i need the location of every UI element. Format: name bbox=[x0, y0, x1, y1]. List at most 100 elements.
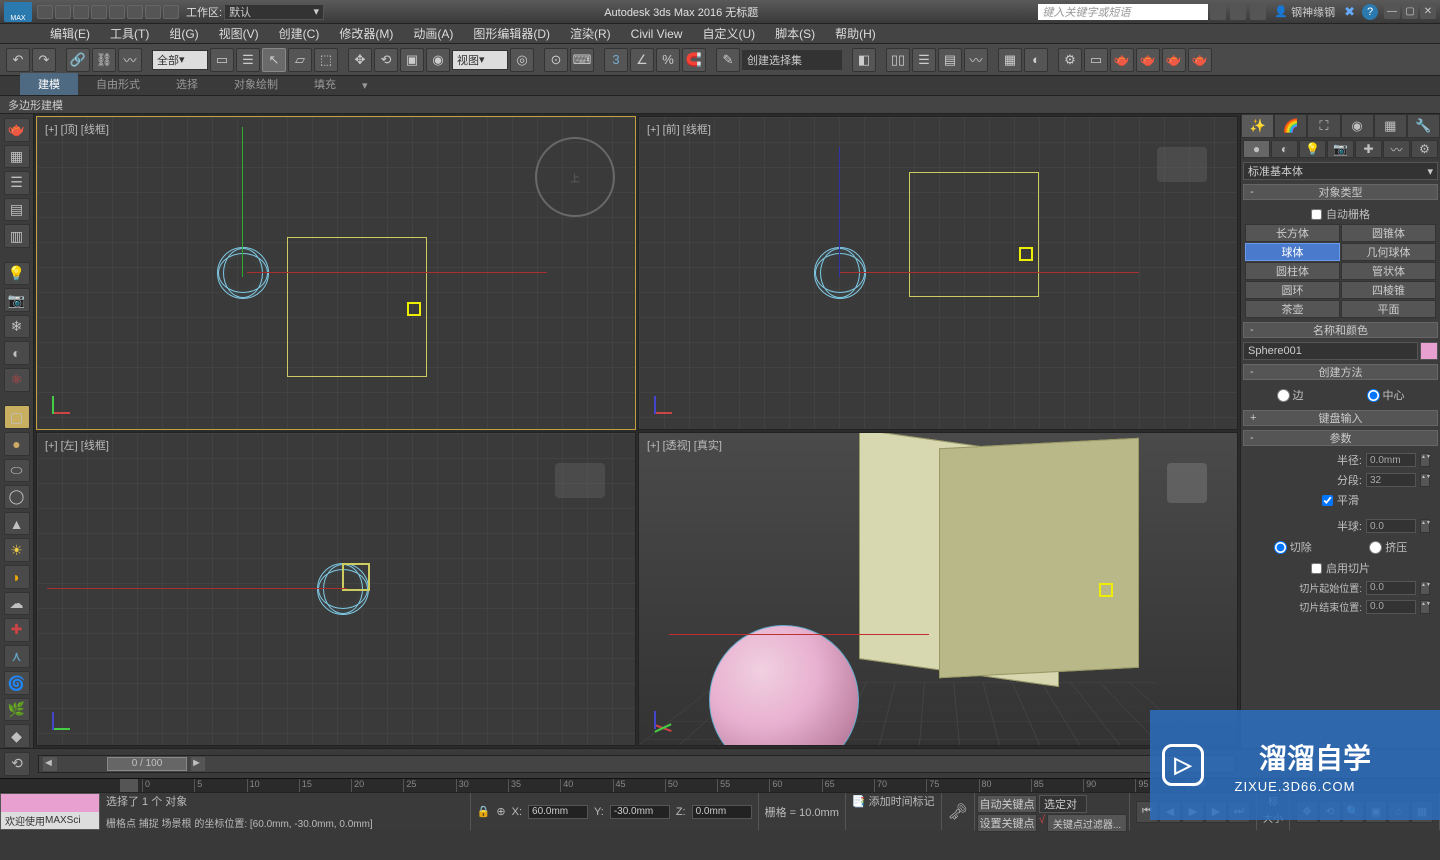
lt-helper[interactable]: ✚ bbox=[4, 618, 30, 642]
gizmo-handle-l[interactable] bbox=[342, 563, 370, 591]
qat-new[interactable] bbox=[37, 5, 53, 19]
render-iterative[interactable]: 🫖 bbox=[1136, 48, 1160, 72]
curve-toggle[interactable] bbox=[120, 779, 138, 792]
obj-geosphere[interactable]: 几何球体 bbox=[1341, 243, 1436, 261]
comm-icon[interactable] bbox=[1230, 4, 1246, 20]
curve-editor[interactable]: 〰 bbox=[964, 48, 988, 72]
lt-layers[interactable]: ☰ bbox=[4, 171, 30, 195]
menu-modifiers[interactable]: 修改器(M) bbox=[329, 25, 403, 42]
sliceto-spinner[interactable]: ▲▼ bbox=[1420, 600, 1430, 614]
lt-object[interactable]: ◐ bbox=[4, 341, 30, 365]
maximize-button[interactable]: ▢ bbox=[1402, 5, 1418, 19]
ribbon-tab-objectpaint[interactable]: 对象绘制 bbox=[216, 73, 296, 95]
align-button[interactable]: ▯▯ bbox=[886, 48, 910, 72]
subtab-helpers[interactable]: ✚ bbox=[1355, 140, 1382, 158]
bind-spacewarp[interactable]: 〰 bbox=[118, 48, 142, 72]
render-frame[interactable]: ▭ bbox=[1084, 48, 1108, 72]
select-pointer[interactable]: ↖ bbox=[262, 48, 286, 72]
ribbon-tab-populate[interactable]: 填充 bbox=[296, 73, 354, 95]
menu-tools[interactable]: 工具(T) bbox=[100, 25, 159, 42]
menu-render[interactable]: 渲染(R) bbox=[560, 25, 621, 42]
layer-dialog[interactable]: ☰ bbox=[912, 48, 936, 72]
qat-save[interactable] bbox=[73, 5, 89, 19]
ref-coord[interactable]: 视图 ▾ bbox=[452, 50, 508, 70]
rollout-namecolor[interactable]: 名称和颜色 bbox=[1243, 322, 1438, 338]
autokey-button[interactable]: 自动关键点 bbox=[977, 795, 1037, 813]
minimize-button[interactable]: — bbox=[1384, 5, 1400, 19]
viewport-front[interactable]: [+] [前] [线框] bbox=[638, 116, 1238, 430]
sphere-object[interactable] bbox=[709, 625, 859, 746]
lt-particle[interactable]: ❄ bbox=[4, 315, 30, 339]
window-crossing[interactable]: ⬚ bbox=[314, 48, 338, 72]
slicefrom-spinner[interactable]: ▲▼ bbox=[1420, 581, 1430, 595]
z-input[interactable]: 0.0mm bbox=[692, 805, 752, 819]
lt-sphere[interactable]: ● bbox=[4, 432, 30, 456]
menu-grapheditors[interactable]: 图形编辑器(D) bbox=[463, 25, 560, 42]
slicefrom-input[interactable]: 0.0 bbox=[1366, 581, 1416, 595]
undo-button[interactable]: ↶ bbox=[6, 48, 30, 72]
rollout-createmethod[interactable]: 创建方法 bbox=[1243, 364, 1438, 380]
rollout-parameters[interactable]: 参数 bbox=[1243, 430, 1438, 446]
qat-redo[interactable] bbox=[109, 5, 125, 19]
snap-2d[interactable]: 3 bbox=[604, 48, 628, 72]
redo-button[interactable]: ↷ bbox=[32, 48, 56, 72]
unlink-button[interactable]: ⛓ bbox=[92, 48, 116, 72]
radio-chop[interactable]: 切除 bbox=[1274, 539, 1312, 555]
obj-pyramid[interactable]: 四棱锥 bbox=[1341, 281, 1436, 299]
close-button[interactable]: ✕ bbox=[1420, 5, 1436, 19]
lock-icon[interactable]: 🔒 bbox=[477, 805, 491, 818]
sliceto-input[interactable]: 0.0 bbox=[1366, 600, 1416, 614]
object-color-swatch[interactable] bbox=[1420, 342, 1438, 360]
menu-help[interactable]: 帮助(H) bbox=[825, 25, 886, 42]
subtab-geometry[interactable]: ● bbox=[1243, 140, 1270, 158]
move-button[interactable]: ✥ bbox=[348, 48, 372, 72]
manipulate[interactable]: ⊙ bbox=[544, 48, 568, 72]
rect-select[interactable]: ▱ bbox=[288, 48, 312, 72]
time-slider-track[interactable]: ◄ 0 / 100 ► bbox=[38, 755, 1236, 773]
setkey-button[interactable]: 设置关键点 bbox=[977, 814, 1037, 832]
viewport-left-label[interactable]: [+] [左] [线框] bbox=[45, 437, 109, 453]
lt-reactor[interactable]: ⚛ bbox=[4, 368, 30, 392]
menu-view[interactable]: 视图(V) bbox=[209, 25, 269, 42]
snap-spinner[interactable]: 🧲 bbox=[682, 48, 706, 72]
radio-center[interactable]: 中心 bbox=[1367, 387, 1405, 403]
ribbon-expand[interactable]: ▾ bbox=[354, 76, 376, 95]
menu-animation[interactable]: 动画(A) bbox=[403, 25, 463, 42]
y-input[interactable]: -30.0mm bbox=[610, 805, 670, 819]
viewcube-top[interactable]: 上 bbox=[535, 137, 615, 217]
lt-slate[interactable]: ▦ bbox=[4, 145, 30, 169]
lt-hemisphere[interactable]: ◗ bbox=[4, 565, 30, 589]
viewcube-persp[interactable] bbox=[1167, 463, 1207, 503]
viewport-top[interactable]: [+] [顶] [线框] 上 bbox=[36, 116, 636, 430]
viewcube-left[interactable] bbox=[555, 463, 605, 498]
radio-edge[interactable]: 边 bbox=[1277, 387, 1304, 403]
segments-input[interactable]: 32 bbox=[1366, 473, 1416, 487]
lt-cloud[interactable]: ☁ bbox=[4, 592, 30, 616]
viewcube-front[interactable] bbox=[1157, 147, 1207, 182]
menu-civilview[interactable]: Civil View bbox=[621, 27, 693, 41]
qat-project[interactable] bbox=[163, 5, 179, 19]
cmdtab-hierarchy[interactable]: ⛶ bbox=[1307, 114, 1340, 138]
obj-torus[interactable]: 圆环 bbox=[1245, 281, 1340, 299]
lt-light[interactable]: 💡 bbox=[4, 262, 30, 286]
obj-box[interactable]: 长方体 bbox=[1245, 224, 1340, 242]
qat-redoarrow[interactable] bbox=[145, 5, 161, 19]
cmdtab-display[interactable]: ▦ bbox=[1374, 114, 1407, 138]
cmdtab-modify[interactable]: 🌈 bbox=[1274, 114, 1307, 138]
named-selection-set[interactable]: 创建选择集 bbox=[742, 50, 842, 70]
qat-undo[interactable] bbox=[91, 5, 107, 19]
menu-edit[interactable]: 编辑(E) bbox=[40, 25, 100, 42]
render-setup[interactable]: ⚙ bbox=[1058, 48, 1082, 72]
gizmo-handle[interactable] bbox=[407, 302, 421, 316]
viewport-top-label[interactable]: [+] [顶] [线框] bbox=[45, 121, 109, 137]
obj-teapot[interactable]: 茶壶 bbox=[1245, 300, 1340, 318]
lt-spiral[interactable]: 🌀 bbox=[4, 671, 30, 695]
subtab-cameras[interactable]: 📷 bbox=[1327, 140, 1354, 158]
gizmo-handle-p[interactable] bbox=[1099, 583, 1113, 597]
keymode-select[interactable]: 选定对 bbox=[1039, 795, 1087, 813]
lt-ellipse[interactable]: ⬭ bbox=[4, 459, 30, 483]
cmdtab-motion[interactable]: ◉ bbox=[1341, 114, 1374, 138]
rotate-button[interactable]: ⟲ bbox=[374, 48, 398, 72]
ribbon-tab-selection[interactable]: 选择 bbox=[158, 73, 216, 95]
coord-mode-icon[interactable]: ⊕ bbox=[496, 805, 505, 818]
